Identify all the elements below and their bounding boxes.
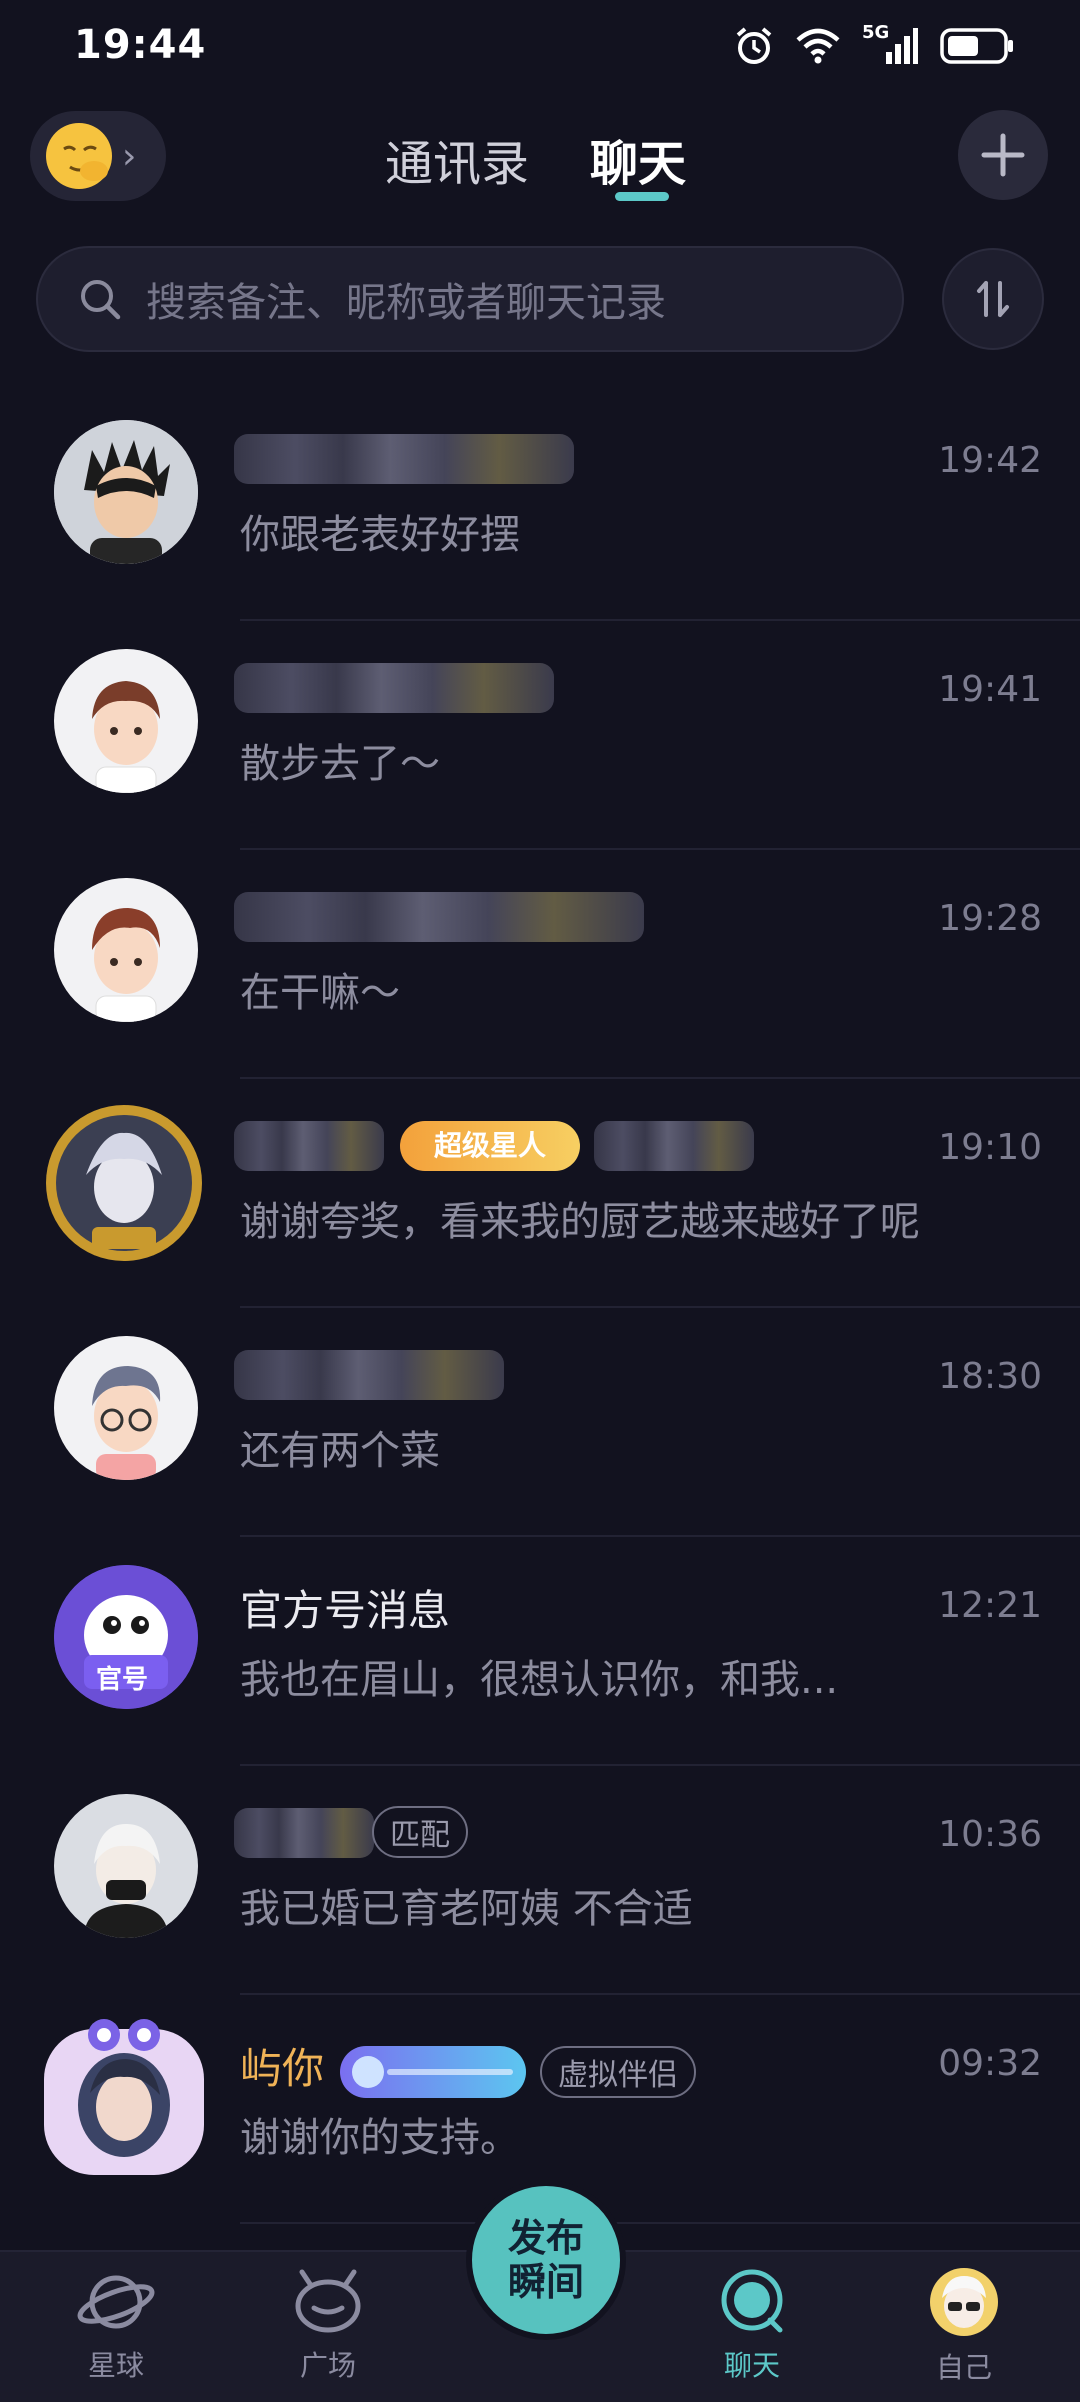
contact-name-blurred [234,892,644,942]
message-time: 19:10 [938,1127,1042,1168]
message-preview: 还有两个菜 [240,1428,440,1474]
cellular-signal-icon: 5G [862,22,918,66]
message-preview: 谢谢夸奖，看来我的厨艺越来越好了呢 [240,1199,920,1245]
chat-list-item[interactable]: 匹配 我已婚已育老阿姨 不合适 10:36 [0,1766,1080,1995]
mood-emoji-icon [46,123,112,189]
avatar [42,1101,206,1265]
tab-contacts[interactable]: 通讯录 [385,124,529,194]
match-tag-wrap: 匹配 [372,1806,468,1858]
profile-avatar [930,2268,998,2336]
publish-moment-button[interactable]: 发布瞬间 [466,2180,626,2340]
avatar [54,420,198,564]
message-time: 19:42 [938,440,1042,481]
tab-chat[interactable]: 聊天 [590,124,686,194]
avatar [38,2009,210,2181]
contact-name-blurred [234,1808,374,1858]
add-button[interactable] [958,110,1048,200]
alarm-icon [736,27,772,64]
virtual-partner-tag: 虚拟伴侣 [540,2045,697,2098]
battery-icon [940,28,1013,64]
status-bar: 19:44 5G [0,0,1080,100]
chat-list-item[interactable]: 你跟老表好好摆 19:42 [0,392,1080,621]
official-avatar-label: 官号 [96,1665,149,1695]
plus-icon [981,133,1025,177]
contact-name-blurred [234,1121,384,1171]
status-time: 19:44 [74,22,207,68]
nav-label: 自己 [935,2351,992,2384]
contact-tag-blurred [594,1121,754,1171]
message-preview: 在干嘛～ [240,970,400,1016]
nav-item-planet[interactable]: 星球 [56,2266,176,2384]
message-time: 18:30 [938,1356,1042,1397]
contact-name-row: 屿你 虚拟伴侣 [240,2035,697,2098]
nav-label: 广场 [299,2349,356,2382]
status-icons: 5G [734,22,1014,66]
chat-list-item[interactable]: 在干嘛～ 19:28 [0,850,1080,1079]
plaza-icon [295,2269,361,2333]
publish-label: 发布瞬间 [507,2216,584,2304]
message-time: 10:36 [938,1814,1042,1855]
wifi-icon [796,28,840,64]
chat-list-item[interactable]: 超级星人 谢谢夸奖，看来我的厨艺越来越好了呢 19:10 [0,1079,1080,1308]
message-preview: 谢谢你的支持。 [240,2115,520,2161]
message-preview: 散步去了～ [240,741,440,787]
message-time: 19:28 [938,898,1042,939]
header: › 通讯录 聊天 [0,108,1080,208]
message-time: 09:32 [938,2043,1042,2084]
match-tag: 匹配 [372,1806,468,1858]
star-level-badge [340,2045,527,2098]
message-time: 19:41 [938,669,1042,710]
search-icon [81,280,121,320]
planet-icon [77,2275,155,2329]
nav-item-profile[interactable]: 自己 [904,2266,1024,2386]
sort-arrows-icon [977,281,1009,317]
sort-button[interactable] [942,248,1044,350]
chat-list: 你跟老表好好摆 19:42 散步去了～ 19:41 在干嘛～ 19:28 超级星… [0,392,1080,2224]
message-preview: 我也在眉山，很想认识你，和我... [240,1657,839,1703]
nav-item-chat[interactable]: 聊天 [692,2266,812,2384]
message-preview: 你跟老表好好摆 [240,512,520,558]
chevron-right-icon: › [122,135,137,177]
contact-name-blurred [234,663,554,713]
nav-item-plaza[interactable]: 广场 [268,2266,388,2384]
mood-status-button[interactable]: › [30,111,166,201]
avatar [54,649,198,793]
avatar [54,878,198,1022]
super-star-badge: 超级星人 [400,1121,580,1171]
search-placeholder: 搜索备注、昵称或者聊天记录 [146,280,666,326]
avatar [54,1794,198,1938]
chat-icon [721,2269,783,2333]
nav-label: 星球 [87,2349,144,2382]
contact-name-blurred [234,1350,504,1400]
official-avatar: 官号 [54,1565,198,1709]
chat-list-item[interactable]: 还有两个菜 18:30 [0,1308,1080,1537]
chat-list-item-official[interactable]: 官号 官方号消息 我也在眉山，很想认识你，和我... 12:21 [0,1537,1080,1766]
contact-name: 屿你 [240,2044,325,2093]
avatar [54,1336,198,1480]
chat-list-item[interactable]: 散步去了～ 19:41 [0,621,1080,850]
divider [240,2222,1080,2224]
message-time: 12:21 [938,1585,1042,1626]
message-preview: 我已婚已育老阿姨 不合适 [240,1886,693,1932]
star-sparkle-icon [352,2055,514,2088]
active-tab-indicator [615,192,669,201]
contact-name-blurred [234,434,574,484]
nav-label: 聊天 [723,2349,780,2382]
contact-name: 官方号消息 [240,1586,451,1635]
search-input[interactable]: 搜索备注、昵称或者聊天记录 [36,246,904,352]
